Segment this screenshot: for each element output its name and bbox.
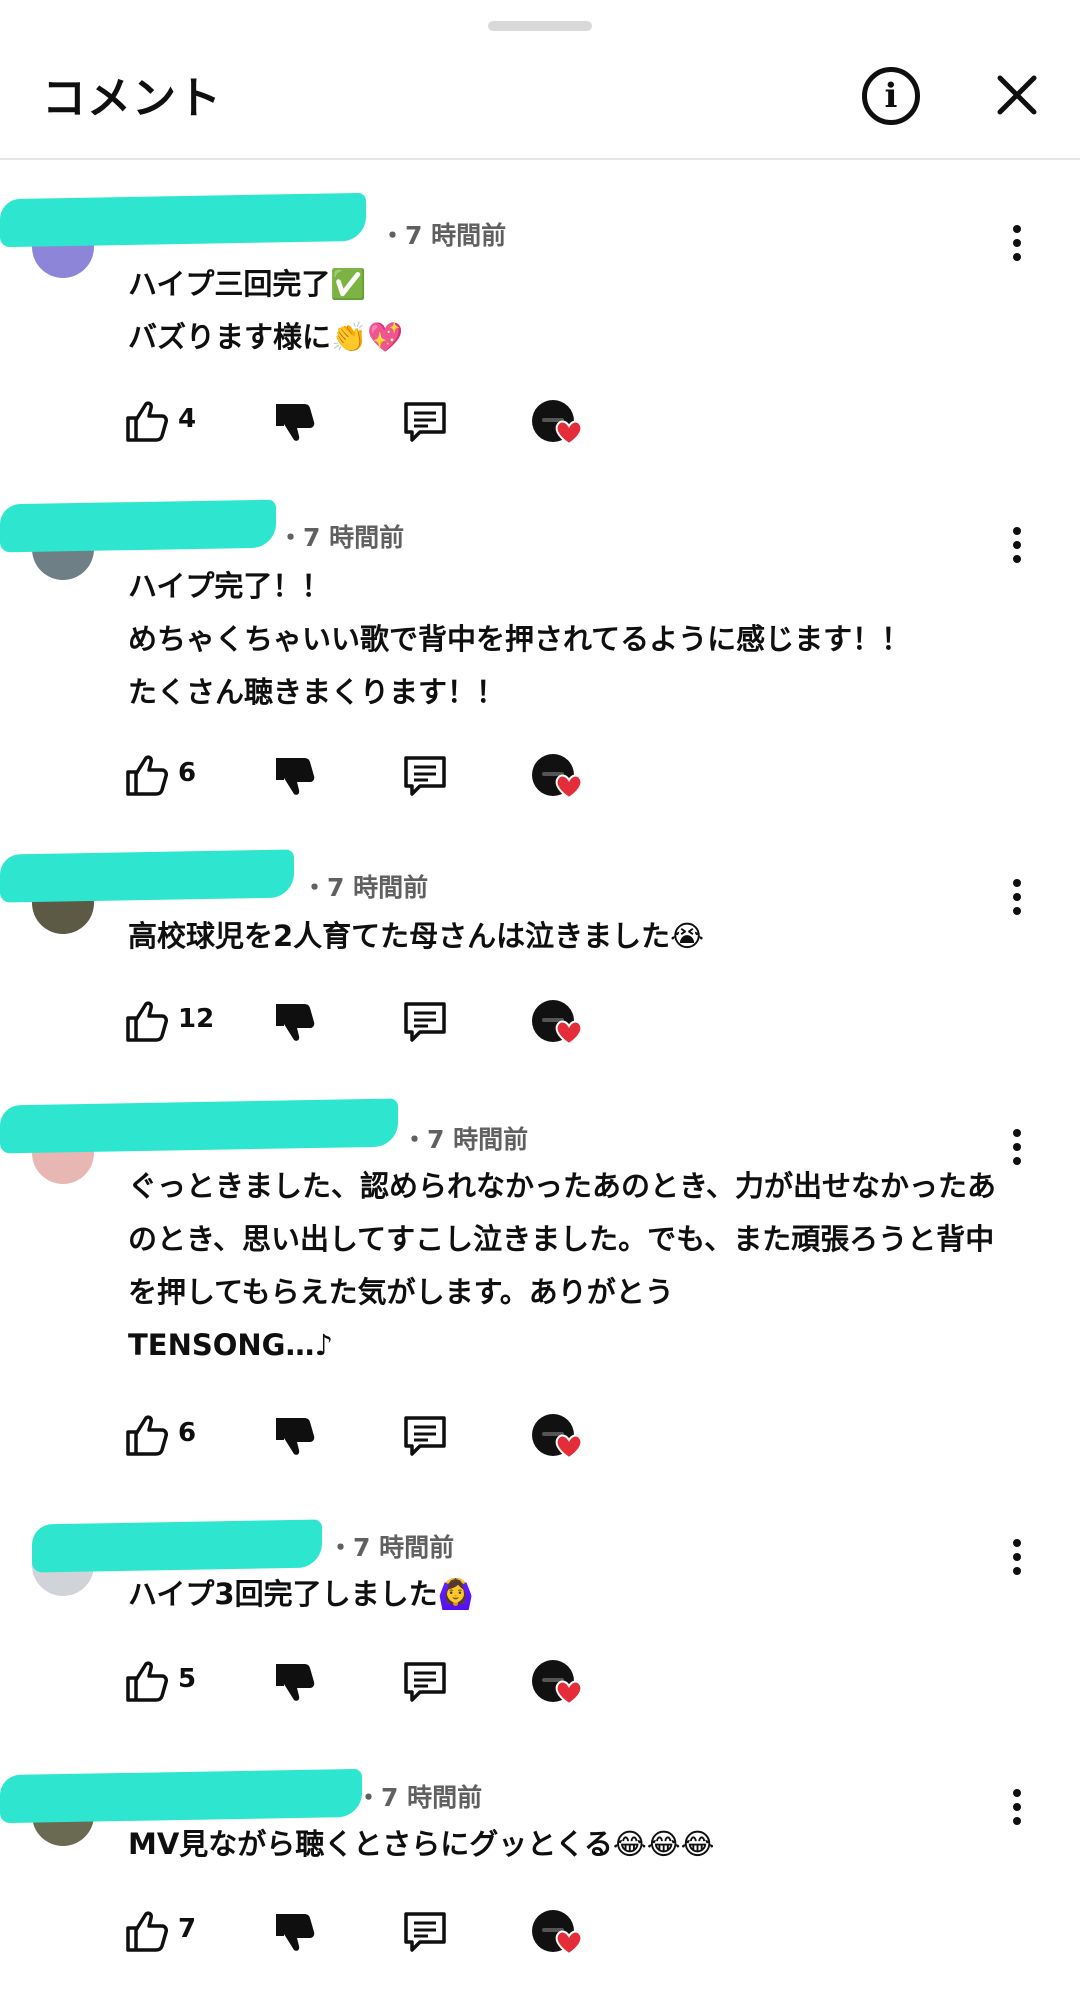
like-count: 5 xyxy=(178,1664,197,1694)
comment-actions: 7 xyxy=(124,1902,604,1962)
page-title: コメント xyxy=(42,73,222,124)
comment-item: ・7 時間前 MV見ながら聴くとさらにグッとくる😂😂😂 7 xyxy=(0,1728,1080,1998)
like-icon[interactable] xyxy=(124,1658,170,1704)
comments-sheet: コメント i ・7 時間前 ハイプ三回完了✅ バズります様に👏💖 4 ・7 時間… xyxy=(0,0,1080,2005)
like-icon[interactable] xyxy=(124,398,170,444)
redacted-username xyxy=(0,1098,398,1154)
comment-actions: 4 xyxy=(124,392,604,452)
dislike-icon[interactable] xyxy=(272,400,318,446)
drag-handle[interactable] xyxy=(488,21,592,31)
dislike-icon[interactable] xyxy=(272,1660,318,1706)
creator-heart-icon xyxy=(532,754,596,810)
dislike-icon[interactable] xyxy=(272,1910,318,1956)
reply-icon[interactable] xyxy=(402,1000,448,1046)
comment-timestamp: ・7 時間前 xyxy=(380,221,507,250)
reply-icon[interactable] xyxy=(402,1660,448,1706)
like-icon[interactable] xyxy=(124,1908,170,1954)
comment-item: ・7 時間前 ハイプ三回完了✅ バズります様に👏💖 4 xyxy=(0,160,1080,462)
like-icon[interactable] xyxy=(124,998,170,1044)
comment-timestamp: ・7 時間前 xyxy=(328,1533,455,1562)
heart-icon xyxy=(554,1678,584,1706)
like-count: 6 xyxy=(178,1418,197,1448)
dislike-icon[interactable] xyxy=(272,754,318,800)
redacted-username xyxy=(0,1768,362,1824)
close-icon[interactable] xyxy=(992,70,1042,120)
heart-icon xyxy=(554,1018,584,1046)
comment-text: 高校球児を2人育てた母さんは泣きました😭 xyxy=(128,919,705,953)
reply-icon[interactable] xyxy=(402,754,448,800)
redacted-username xyxy=(0,499,276,553)
like-icon[interactable] xyxy=(124,752,170,798)
comment-timestamp: ・7 時間前 xyxy=(402,1125,529,1154)
reply-icon[interactable] xyxy=(402,1910,448,1956)
heart-icon xyxy=(554,1928,584,1956)
comment-actions: 6 xyxy=(124,1406,604,1466)
comment-item: ・7 時間前 ハイプ3回完了しました🙆‍♀️ 5 xyxy=(0,1478,1080,1728)
like-count: 6 xyxy=(178,758,197,788)
comment-timestamp: ・7 時間前 xyxy=(302,873,429,902)
creator-heart-icon xyxy=(532,1660,596,1716)
comment-text: ハイプ三回完了✅ バズります様に👏💖 xyxy=(128,267,404,354)
creator-heart-icon xyxy=(532,1414,596,1470)
comment-text: MV見ながら聴くとさらにグッとくる😂😂😂 xyxy=(128,1827,715,1861)
comment-item: ・7 時間前 高校球児を2人育てた母さんは泣きました😭 12 xyxy=(0,816,1080,1066)
dislike-icon[interactable] xyxy=(272,1414,318,1460)
info-icon[interactable]: i xyxy=(862,67,920,125)
like-icon[interactable] xyxy=(124,1412,170,1458)
comment-actions: 12 xyxy=(124,992,604,1052)
comment-text: ハイプ完了！！ めちゃくちゃいい歌で背中を押されてるように感じます！！ たくさん… xyxy=(128,569,911,709)
redacted-username xyxy=(32,1519,322,1573)
redacted-username xyxy=(0,849,294,903)
creator-heart-icon xyxy=(532,400,596,456)
like-count: 4 xyxy=(178,404,197,434)
comment-text: ハイプ3回完了しました🙆‍♀️ xyxy=(128,1577,474,1611)
comment-timestamp: ・7 時間前 xyxy=(278,523,405,552)
creator-heart-icon xyxy=(532,1000,596,1056)
like-count: 12 xyxy=(178,1004,215,1034)
comment-text: ぐっときました、認められなかったあのとき、力が出せなかったあのとき、思い出してす… xyxy=(128,1169,996,1362)
reply-icon[interactable] xyxy=(402,1414,448,1460)
comment-actions: 5 xyxy=(124,1652,604,1712)
comment-item: ・7 時間前 ぐっときました、認められなかったあのとき、力が出せなかったあのとき… xyxy=(0,1066,1080,1478)
heart-icon xyxy=(554,418,584,446)
comments-header: コメント i xyxy=(0,40,1080,160)
heart-icon xyxy=(554,1432,584,1460)
creator-heart-icon xyxy=(532,1910,596,1966)
like-count: 7 xyxy=(178,1914,197,1944)
comment-timestamp: ・7 時間前 xyxy=(356,1783,483,1812)
heart-icon xyxy=(554,772,584,800)
comment-item: ・7 時間前 ハイプ完了！！ めちゃくちゃいい歌で背中を押されてるように感じます… xyxy=(0,462,1080,816)
comment-actions: 6 xyxy=(124,746,604,806)
reply-icon[interactable] xyxy=(402,400,448,446)
redacted-username xyxy=(0,192,366,248)
dislike-icon[interactable] xyxy=(272,1000,318,1046)
